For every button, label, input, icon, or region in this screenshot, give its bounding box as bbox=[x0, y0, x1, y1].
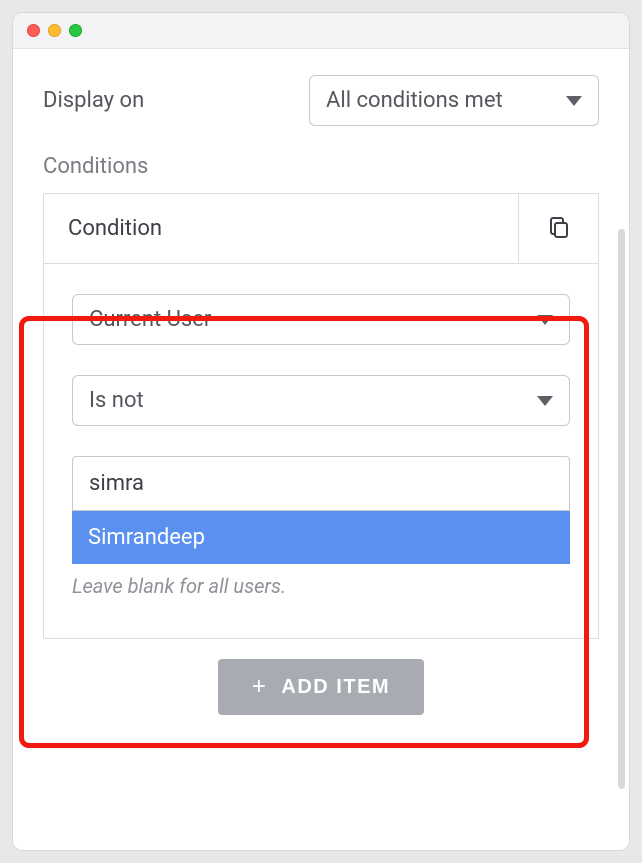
condition-card-body: Current User Is not Simrandeep Leave bla… bbox=[44, 264, 598, 638]
window-controls bbox=[27, 24, 82, 37]
condition-value-input[interactable] bbox=[72, 456, 570, 511]
settings-window: Display on All conditions met Conditions… bbox=[12, 12, 630, 851]
display-on-row: Display on All conditions met bbox=[43, 75, 599, 126]
condition-field-value: Current User bbox=[89, 307, 211, 332]
autocomplete-option[interactable]: Simrandeep bbox=[72, 511, 570, 564]
add-item-label: ADD ITEM bbox=[281, 676, 390, 699]
plus-icon: + bbox=[252, 675, 268, 699]
duplicate-condition-button[interactable] bbox=[518, 194, 598, 263]
window-titlebar bbox=[13, 13, 629, 49]
scrollbar[interactable] bbox=[618, 229, 625, 789]
display-on-label: Display on bbox=[43, 88, 144, 113]
condition-operator-select[interactable]: Is not bbox=[72, 375, 570, 426]
display-on-select[interactable]: All conditions met bbox=[309, 75, 599, 126]
condition-value-wrap: Simrandeep bbox=[72, 456, 570, 564]
minimize-window-button[interactable] bbox=[48, 24, 61, 37]
close-window-button[interactable] bbox=[27, 24, 40, 37]
add-item-button[interactable]: + ADD ITEM bbox=[218, 659, 424, 715]
condition-value-hint: Leave blank for all users. bbox=[72, 574, 570, 598]
chevron-down-icon bbox=[537, 315, 553, 325]
condition-field-select[interactable]: Current User bbox=[72, 294, 570, 345]
chevron-down-icon bbox=[566, 96, 582, 106]
condition-card-header: Condition bbox=[44, 194, 598, 264]
maximize-window-button[interactable] bbox=[69, 24, 82, 37]
condition-card-title: Condition bbox=[44, 194, 518, 263]
condition-operator-value: Is not bbox=[89, 388, 144, 413]
copy-icon bbox=[547, 215, 571, 243]
display-on-value: All conditions met bbox=[326, 88, 503, 113]
content-area: Display on All conditions met Conditions… bbox=[13, 49, 629, 850]
condition-value-group: Simrandeep Leave blank for all users. bbox=[72, 456, 570, 598]
conditions-section-label: Conditions bbox=[43, 154, 599, 179]
chevron-down-icon bbox=[537, 396, 553, 406]
condition-card: Condition Current User Is not bbox=[43, 193, 599, 639]
